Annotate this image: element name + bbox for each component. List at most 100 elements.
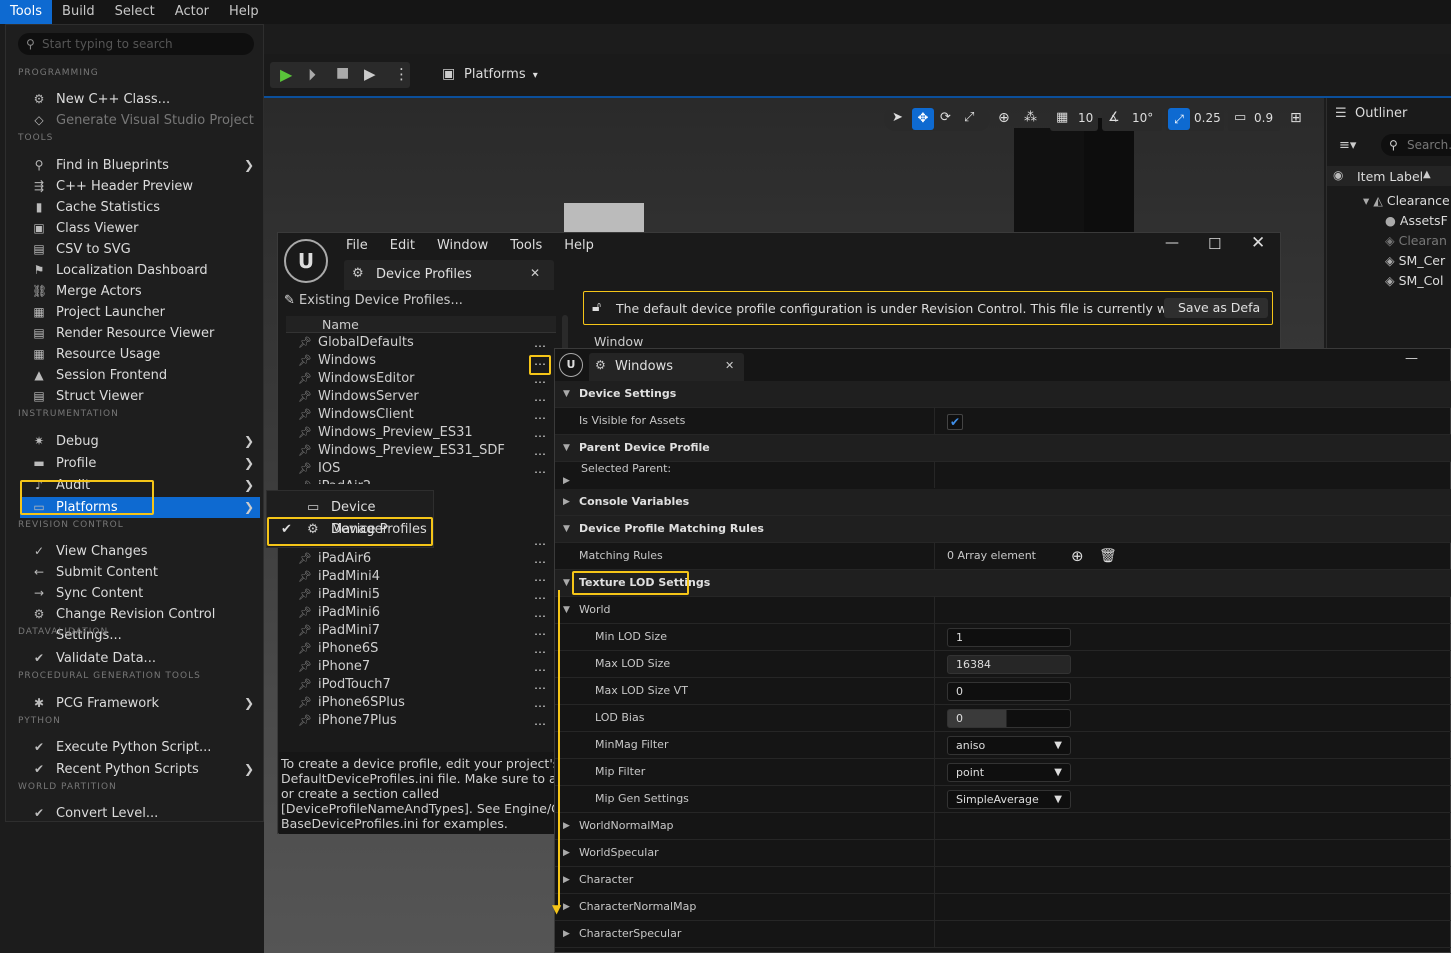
menu-item-merge-actors[interactable]: ⛓ Merge Actors (20, 281, 260, 302)
play-icon[interactable]: ▶ (280, 65, 292, 84)
tab-close-icon[interactable]: ✕ (530, 266, 540, 280)
row-world[interactable]: ▼ World (555, 597, 1451, 624)
menu-item-struct-viewer[interactable]: ▤ Struct Viewer (20, 386, 260, 407)
menu-item-class-viewer[interactable]: ▣ Class Viewer (20, 218, 260, 239)
profile-row[interactable]: 📌︎ iPadMini6… (282, 604, 552, 622)
dp-menu-file[interactable]: File (346, 238, 368, 253)
ellipsis-icon[interactable]: … (534, 442, 546, 460)
ellipsis-icon[interactable]: … (534, 550, 546, 568)
dp-menu-window[interactable]: Window (437, 238, 488, 253)
menu-select[interactable]: Select (105, 0, 165, 24)
menu-item-project-launcher[interactable]: ▦ Project Launcher (20, 302, 260, 323)
world-local-icon[interactable]: ⊕ (998, 110, 1010, 126)
profile-row[interactable]: 📌︎ iPadAir6… (282, 550, 552, 568)
menu-build[interactable]: Build (52, 0, 105, 24)
profile-row[interactable]: 📌︎ iPhone6SPlus… (282, 694, 552, 712)
grid-snap[interactable]: ▦ 10 (1050, 107, 1098, 131)
filter-icon[interactable]: ≡▾ (1339, 138, 1356, 153)
pin-icon[interactable]: 📌︎ (298, 406, 312, 424)
lod-bias-slider[interactable]: 0 (947, 709, 1071, 728)
menu-item-localization-dashboard[interactable]: ⚑ Localization Dashboard (20, 260, 260, 281)
tab-windows[interactable]: ⚙ Windows ✕ (589, 353, 744, 381)
ellipsis-icon[interactable]: … (534, 406, 546, 424)
menu-item-execute-python-script[interactable]: ✔ Execute Python Script... (20, 737, 260, 758)
menu-item-render-resource-viewer[interactable]: ▤ Render Resource Viewer (20, 323, 260, 344)
ellipsis-icon[interactable]: … (534, 658, 546, 676)
pin-icon[interactable]: 📌︎ (298, 658, 312, 676)
pin-icon[interactable]: 📌︎ (298, 586, 312, 604)
category-device-settings[interactable]: ▼ Device Settings (555, 381, 1451, 408)
camera-speed[interactable]: ▭ 0.9 (1228, 107, 1280, 131)
dp-menu-help[interactable]: Help (564, 238, 594, 253)
row-world-specular[interactable]: ▶ WorldSpecular (555, 840, 1451, 867)
profile-row[interactable]: 📌︎ iPhone7Plus… (282, 712, 552, 730)
profile-row[interactable]: 📌︎ WindowsServer… (282, 388, 552, 406)
menu-actor[interactable]: Actor (165, 0, 219, 24)
ellipsis-icon[interactable]: … (534, 532, 546, 550)
tools-search-input[interactable]: ⚲ Start typing to search (18, 33, 254, 55)
scale-icon[interactable]: ⤢ (964, 110, 974, 125)
item-label-header[interactable]: Item Label (1357, 169, 1423, 184)
eject-icon[interactable]: ▶ (364, 65, 376, 83)
profile-row[interactable]: 📌︎ Windows… (282, 352, 552, 370)
device-manager-item[interactable]: ▭ Device Manager (267, 497, 433, 537)
pin-icon[interactable]: 📌︎ (298, 712, 312, 730)
minimize-icon[interactable]: — (1165, 235, 1179, 251)
profile-row[interactable]: 📌︎ iPadMini5… (282, 586, 552, 604)
scale-snap[interactable]: ⤢ 0.25 (1166, 107, 1224, 131)
pin-icon[interactable]: 📌︎ (298, 676, 312, 694)
menu-item-session-frontend[interactable]: ▲ Session Frontend (20, 365, 260, 386)
menu-item-debug[interactable]: ✷ Debug ❯ (20, 431, 260, 452)
select-icon[interactable]: ➤ (892, 110, 903, 125)
profile-row[interactable]: 📌︎ GlobalDefaults… (282, 334, 552, 352)
min-lod-input[interactable]: 1 (947, 628, 1071, 647)
translate-icon[interactable]: ✥ (912, 108, 934, 130)
pin-icon[interactable]: 📌︎ (298, 370, 312, 388)
profile-row[interactable]: 📌︎ iPodTouch7… (282, 676, 552, 694)
ellipsis-icon[interactable]: … (534, 460, 546, 478)
pin-icon[interactable]: 📌︎ (298, 424, 312, 442)
menu-tools[interactable]: Tools (0, 0, 53, 24)
pin-icon[interactable]: 📌︎ (298, 442, 312, 460)
save-as-default-button[interactable]: Save as Defa (1164, 298, 1268, 318)
menu-item-sync-content[interactable]: → Sync Content (20, 583, 260, 604)
outliner-item[interactable]: ◈ SM_Col (1385, 273, 1443, 288)
category-parent-profile[interactable]: ▼ Parent Device Profile (555, 435, 1451, 462)
pin-icon[interactable]: 📌︎ (298, 334, 312, 352)
max-lod-input[interactable]: 16384 (947, 655, 1071, 674)
menu-item-cache-statistics[interactable]: ▮ Cache Statistics (20, 197, 260, 218)
ellipsis-icon[interactable]: … (534, 640, 546, 658)
outliner-item[interactable]: ◈ Clearan (1385, 233, 1447, 248)
ellipsis-icon[interactable]: … (534, 388, 546, 406)
profile-row[interactable]: 📌︎ WindowsClient… (282, 406, 552, 424)
row-character-normal[interactable]: ▶ CharacterNormalMap (555, 894, 1451, 921)
pin-icon[interactable]: 📌︎ (298, 622, 312, 640)
menu-item-validate-data[interactable]: ✔ Validate Data... (20, 648, 260, 669)
maximize-icon[interactable]: ☐ (1208, 235, 1221, 253)
outliner-item[interactable]: ▾ ◭ Clearance (1363, 193, 1450, 208)
pin-icon[interactable]: 📌︎ (298, 388, 312, 406)
pin-icon[interactable]: 📌︎ (298, 550, 312, 568)
ellipsis-icon[interactable]: … (534, 622, 546, 640)
menu-item-new-c-class[interactable]: ⚙ New C++ Class... (20, 89, 260, 110)
tab-device-profiles[interactable]: ⚙ Device Profiles ✕ (344, 260, 554, 290)
mip-filter-select[interactable]: point ▼ (947, 763, 1071, 782)
menu-item-recent-python-scripts[interactable]: ✔ Recent Python Scripts ❯ (20, 759, 260, 780)
category-matching-rules[interactable]: ▼ Device Profile Matching Rules (555, 516, 1451, 543)
row-character[interactable]: ▶ Character (555, 867, 1451, 894)
pin-icon[interactable]: 📌︎ (298, 478, 312, 484)
platforms-dropdown[interactable]: ▣ Platforms ▾ (442, 66, 538, 82)
add-element-icon[interactable]: ⊕ (1071, 543, 1084, 569)
close-icon[interactable]: ✕ (1251, 233, 1265, 253)
max-lod-vt-input[interactable]: 0 (947, 682, 1071, 701)
pin-icon[interactable]: 📌︎ (298, 568, 312, 586)
outliner-item[interactable]: ◈ SM_Cer (1385, 253, 1445, 268)
mip-gen-select[interactable]: SimpleAverage ▼ (947, 790, 1071, 809)
ellipsis-icon[interactable]: … (534, 586, 546, 604)
profile-row[interactable]: 📌︎ iPadMini7… (282, 622, 552, 640)
profile-row[interactable]: 📌︎ WindowsEditor… (282, 370, 552, 388)
ellipsis-icon[interactable]: … (534, 568, 546, 586)
stop-icon[interactable]: ■ (336, 65, 349, 81)
tab-close-icon[interactable]: ✕ (725, 359, 734, 372)
profile-row[interactable]: 📌︎ Windows_Preview_ES31… (282, 424, 552, 442)
